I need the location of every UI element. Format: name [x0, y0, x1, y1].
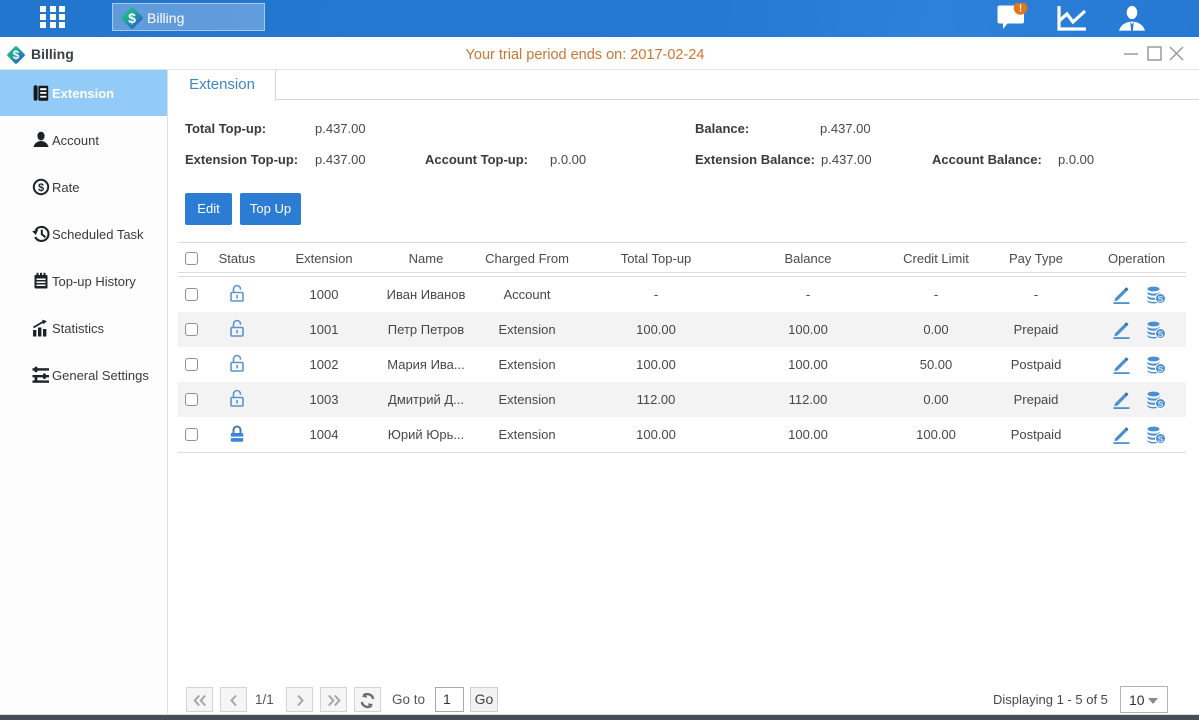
svg-text:S: S: [1158, 434, 1164, 444]
svg-text:S: S: [1158, 399, 1164, 409]
svg-text:$: $: [128, 10, 136, 26]
svg-text:!: !: [1019, 4, 1022, 15]
svg-text:$: $: [38, 182, 44, 194]
svg-text:S: S: [1158, 329, 1164, 339]
svg-text:S: S: [1158, 294, 1164, 304]
svg-text:S: S: [1158, 364, 1164, 374]
